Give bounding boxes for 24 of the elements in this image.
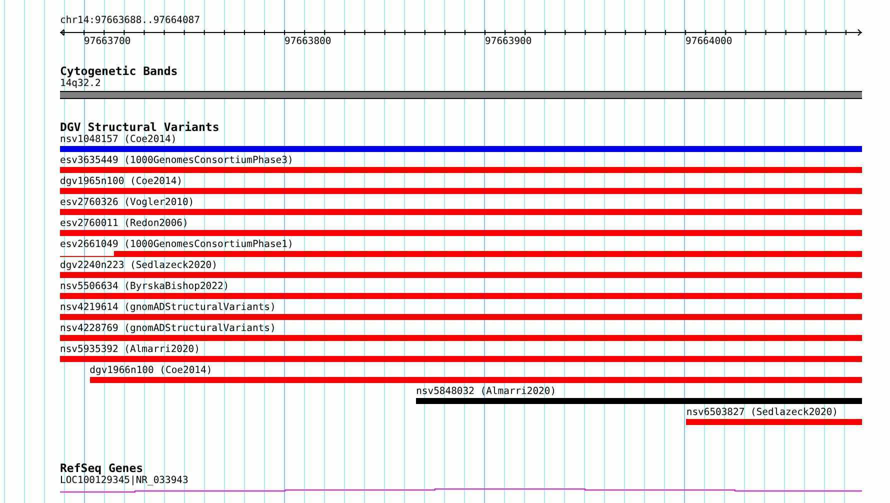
track-title: Cytogenetic Bands [60, 65, 178, 77]
variant-label: esv2760326 (Vogler2010) [60, 197, 194, 209]
variant-label: dgv1966n100 (Coe2014) [90, 365, 212, 377]
variant-label: nsv5506634 (ByrskaBishop2022) [60, 281, 230, 293]
track-title: DGV Structural Variants [60, 121, 220, 133]
gene-label: LOC100129345|NR_033943 [60, 475, 188, 487]
variant-label: esv3635449 (1000GenomesConsortiumPhase3) [60, 155, 294, 167]
track-title: RefSeq Genes [60, 462, 144, 474]
variant-label: nsv6503827 (Sedlazeck2020) [686, 407, 838, 419]
ruler-tick-label: 97663800 [284, 36, 332, 48]
variant-label: nsv5935392 (Almarri2020) [60, 344, 200, 356]
variant-label: dgv1965n100 (Coe2014) [60, 176, 182, 188]
band-label: 14q32.2 [60, 78, 101, 90]
variant-label: dgv2240n223 (Sedlazeck2020) [60, 260, 218, 272]
variant-label: nsv1048157 (Coe2014) [60, 134, 177, 146]
variant-label: nsv5848032 (Almarri2020) [416, 386, 556, 398]
variant-label: nsv4219614 (gnomADStructuralVariants) [60, 302, 276, 314]
region-label: chr14:97663688..97664087 [60, 15, 200, 27]
ruler-tick-label: 97663900 [485, 36, 532, 48]
variant-label: esv2760011 (Redon2006) [60, 218, 188, 230]
ruler-tick-label: 97663700 [84, 36, 131, 48]
variant-label: nsv4228769 (gnomADStructuralVariants) [60, 323, 276, 335]
ruler-tick-label: 97664000 [686, 36, 732, 48]
variant-label: esv2661049 (1000GenomesConsortiumPhase1) [60, 239, 294, 251]
